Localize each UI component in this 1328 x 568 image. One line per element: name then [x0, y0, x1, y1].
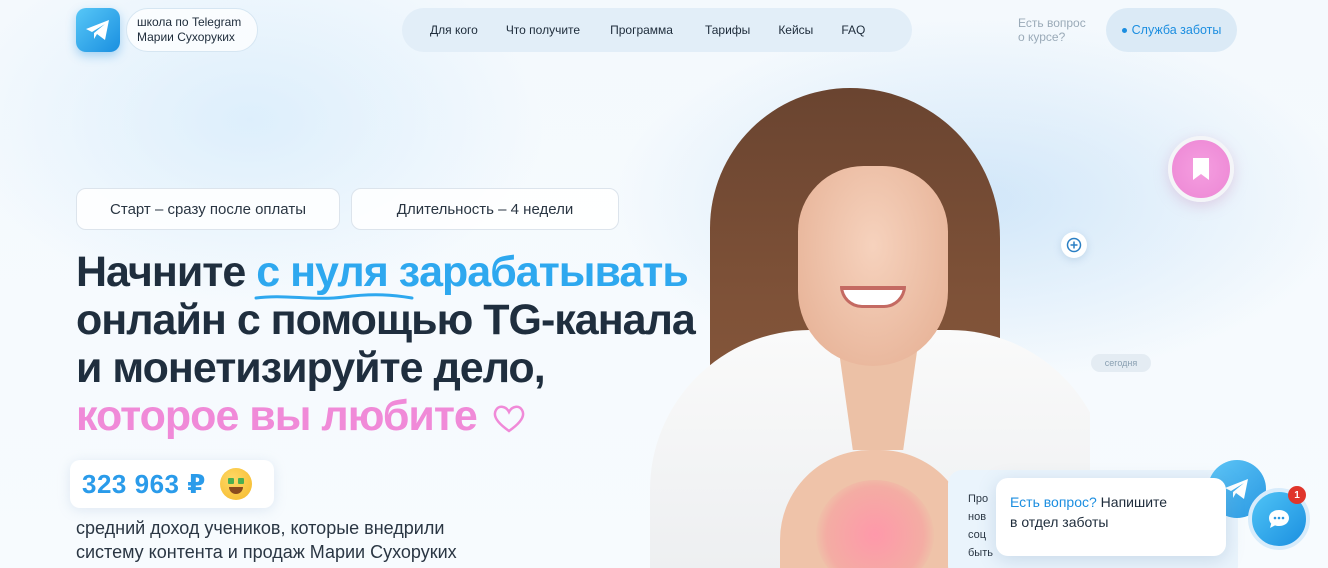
chat-preview-text: Про нов соц быть	[968, 490, 998, 562]
income-desc-line2: систему контента и продаж Марии Сухоруки…	[76, 542, 457, 562]
notification-badge: 1	[1288, 486, 1306, 504]
preview-line1: Про	[968, 493, 989, 505]
duration-pill: Длительность – 4 недели	[351, 188, 619, 230]
underline-squiggle-icon	[254, 293, 414, 300]
headline-line4: которое вы любите	[76, 392, 478, 440]
income-description: средний доход учеников, которые внедрили…	[76, 516, 536, 564]
nav-item-program[interactable]: Программа	[610, 23, 673, 37]
logo[interactable]: школа по Telegram Марии Сухоруких	[76, 8, 259, 52]
heart-outline-icon	[493, 405, 525, 433]
nav-item-tariffs[interactable]: Тарифы	[705, 23, 750, 37]
headline-line4-wrap: которое вы любите	[76, 392, 716, 440]
plus-button[interactable]	[1061, 232, 1087, 258]
main-nav: Для кого Что получите Программа Тарифы К…	[402, 8, 912, 52]
duration-pill-label: Длительность – 4 недели	[396, 200, 574, 218]
income-desc-line1: средний доход учеников, которые внедрили	[76, 518, 445, 538]
hero-headline: Начните с нуля з арабатывать онлайн с пом…	[76, 248, 716, 440]
headline-line1: Начните с нуля з арабатывать	[76, 248, 716, 300]
telegram-logo-icon	[76, 8, 120, 52]
support-button[interactable]: Служба заботы	[1106, 8, 1237, 52]
income-value: 323 963 ₽	[82, 468, 206, 499]
headline-part1: Начните	[76, 248, 257, 296]
headline-line3: и монетизируйте дело,	[76, 344, 546, 392]
dot-icon	[1121, 27, 1127, 33]
logo-text: школа по Telegram Марии Сухоруких	[126, 8, 259, 52]
support-button-label: Служба заботы	[1131, 23, 1222, 37]
preview-line3: соц	[968, 529, 987, 541]
notification-count: 1	[1294, 489, 1300, 501]
chat-popup-line2: в отдел заботы	[1010, 514, 1109, 530]
start-pill-label: Старт – сразу после оплаты	[110, 200, 306, 218]
chat-bubble-icon	[1269, 510, 1289, 528]
preview-line4: быть	[968, 547, 993, 559]
question-text: Есть вопрос о курсе?	[1018, 16, 1086, 44]
chat-popup-rest: Напишите	[1096, 494, 1168, 510]
nav-item-what-you-get[interactable]: Что получите	[506, 23, 580, 37]
logo-text-line1: школа по Telegram	[137, 15, 242, 29]
headline-line2: онлайн с помощью TG-канала	[76, 296, 696, 344]
plus-icon	[1066, 237, 1082, 253]
nav-item-cases[interactable]: Кейсы	[778, 23, 813, 37]
income-box: 323 963 ₽	[70, 460, 274, 508]
bookmark-button[interactable]	[1168, 136, 1234, 202]
telegram-icon	[1225, 479, 1248, 499]
money-face-emoji-icon	[219, 468, 252, 500]
today-badge: сегодня	[1091, 354, 1151, 372]
nav-item-faq[interactable]: FAQ	[841, 23, 865, 37]
nav-item-for-whom[interactable]: Для кого	[430, 23, 478, 37]
question-line2: о курсе?	[1018, 30, 1066, 44]
headline-underlined: с нуля з	[254, 248, 420, 300]
logo-text-line2: Марии Сухоруких	[137, 30, 235, 44]
start-pill: Старт – сразу после оплаты	[76, 188, 340, 230]
preview-line2: нов	[968, 511, 987, 523]
headline-part2: с нуля з	[256, 248, 420, 296]
chat-popup[interactable]: Есть вопрос? Напишите в отдел заботы	[996, 478, 1226, 556]
today-badge-label: сегодня	[1104, 358, 1138, 368]
bookmark-icon	[1193, 158, 1209, 180]
question-line1: Есть вопрос	[1018, 16, 1086, 30]
chat-popup-question: Есть вопрос?	[1010, 494, 1097, 510]
photo-face	[798, 166, 948, 366]
chat-popup-line1: Есть вопрос? Напишите	[1010, 492, 1212, 512]
